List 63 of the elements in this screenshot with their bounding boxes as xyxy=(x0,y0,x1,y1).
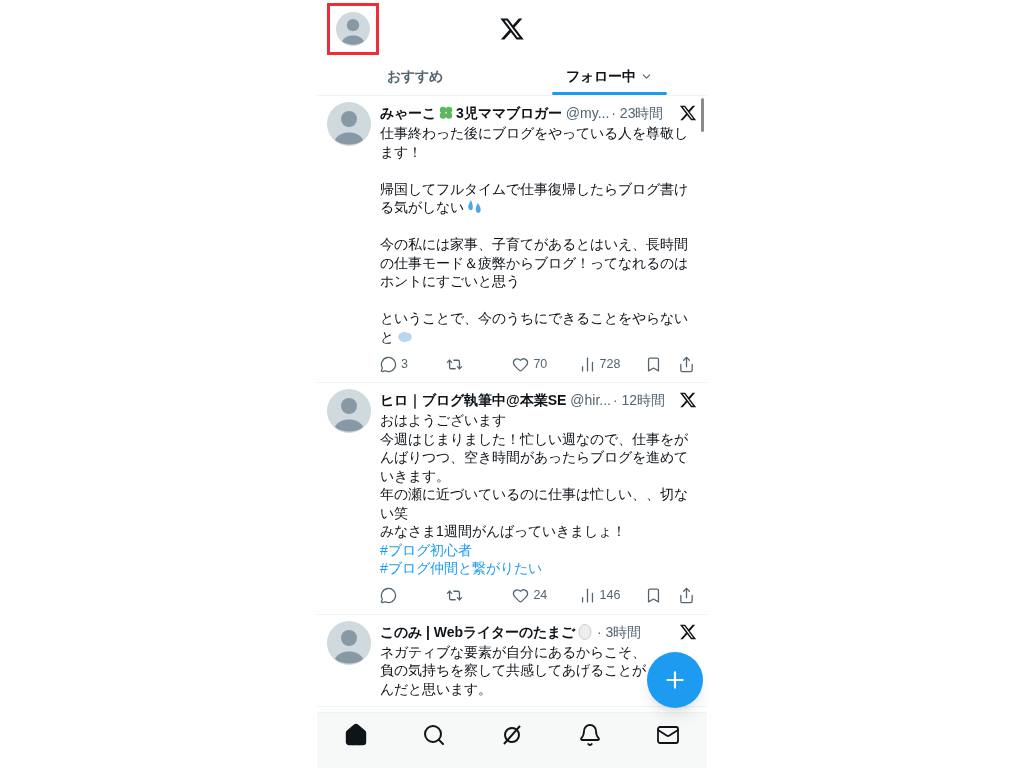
post-time: · 12時間 xyxy=(613,391,666,410)
post-text: ます！ xyxy=(380,142,422,161)
display-name[interactable]: みゃーこ xyxy=(380,103,436,123)
post-text: 帰国してフルタイムで仕事復帰したらブログ書け xyxy=(380,179,688,198)
avatar-placeholder[interactable] xyxy=(327,389,371,433)
post-time: · 23時間 xyxy=(611,104,664,123)
heart-icon xyxy=(512,355,530,373)
home-icon[interactable] xyxy=(344,723,368,747)
post-text: ホントにすごいと思う xyxy=(380,272,520,291)
share-button[interactable] xyxy=(677,585,695,606)
x-logo-icon xyxy=(679,104,697,122)
egg-icon xyxy=(578,623,592,640)
post-text: いきます。 xyxy=(380,466,450,485)
droplets-icon xyxy=(466,199,484,216)
feed-tab[interactable]: フォロー中 xyxy=(512,58,707,95)
display-name[interactable]: このみ | Webライターのたまご xyxy=(380,621,575,642)
x-logo-icon xyxy=(679,622,697,641)
tweet-card[interactable]: ヒロ｜ブログ執筆中@本業SE @hir...· 12時間 おはようございます 今週はじまりました！忙しい週なので、仕事をが んばりつつ、空き時間があったらブログを進めて いきます。 年の瀬に近づいているのに仕事は忙しい、、切な い笑 みなさま1週間がんばっていきましょ！ #ブログ初心者 #ブログ仲間と繋がりたい 24 146 xyxy=(317,383,707,615)
clover-icon xyxy=(438,105,454,121)
feed-tab[interactable]: おすすめ xyxy=(317,58,512,95)
reply-icon xyxy=(380,355,397,373)
post-text: んだと思います。 xyxy=(380,679,492,698)
user-handle: @my... xyxy=(565,104,610,123)
post-text: る気がしない xyxy=(380,198,464,217)
display-name[interactable]: ヒロ｜ブログ執筆中@本業SE xyxy=(380,390,567,410)
post-text: と xyxy=(380,327,394,346)
share-icon xyxy=(677,587,695,604)
share-icon xyxy=(677,355,695,373)
post-text: 年の瀬に近づいているのに仕事は忙しい、、切な xyxy=(380,485,688,504)
mail-icon[interactable] xyxy=(656,723,680,747)
post-time: · 3時間 xyxy=(597,622,642,642)
post-text: 負の気持ちを察して共感してあげることが xyxy=(380,661,646,680)
slashed-circle-icon[interactable] xyxy=(500,723,524,747)
post-text: 今週はじまりました！忙しい週なので、仕事をが xyxy=(380,429,688,448)
reply-icon xyxy=(380,587,397,604)
post-text: ネガティブな要素が自分にあるからこそ、 xyxy=(380,642,646,661)
display-name-suffix[interactable]: 3児ママブロガー xyxy=(456,103,562,123)
like-button[interactable]: 24 xyxy=(512,585,563,606)
tweet-card[interactable]: みゃーこ 3児ママブロガー @my...· 23時間 仕事終わった後にブログをやっている人を尊敬し ます！ 帰国してフルタイムで仕事復帰したらブログ書け る気がしない 今の私には家事、子育てがあるとはいえ、長時間 の仕事モード＆疲弊からブログ！ってなれるのは ホントにすごいと思う ということで、今のうちにできることをやらない と 3 70 728 xyxy=(317,96,707,383)
post-text: おはようございます xyxy=(380,411,506,430)
post-text: みなさま1週間がんばっていきましょ！ xyxy=(380,522,626,541)
avatar-placeholder[interactable] xyxy=(327,102,371,146)
compose-button[interactable] xyxy=(647,652,703,708)
profile-avatar[interactable] xyxy=(336,12,370,46)
post-text: い笑 xyxy=(380,503,408,522)
post-text: 今の私には家事、子育てがあるとはいえ、長時間 xyxy=(380,235,688,254)
avatar-placeholder[interactable] xyxy=(327,620,371,665)
bell-icon[interactable] xyxy=(578,723,602,747)
share-button[interactable] xyxy=(677,354,695,374)
views-button[interactable]: 146 xyxy=(578,585,629,606)
reply-button[interactable]: 3 xyxy=(380,354,430,374)
user-handle: @hir... xyxy=(570,391,611,410)
search-icon[interactable] xyxy=(422,723,446,747)
scrollbar-thumb[interactable] xyxy=(701,98,704,132)
post-text: 仕事終わった後にブログをやっている人を尊敬し xyxy=(380,124,688,143)
post-text: の仕事モード＆疲弊からブログ！ってなれるのは xyxy=(380,253,688,272)
post-text: ということで、今のうちにできることをやらない xyxy=(380,309,688,328)
heart-icon xyxy=(512,587,530,604)
x-logo-icon xyxy=(499,16,525,42)
like-button[interactable]: 70 xyxy=(512,354,563,374)
post-text: んばりつつ、空き時間があったらブログを進めて xyxy=(380,448,688,467)
views-button[interactable]: 728 xyxy=(578,354,629,374)
x-logo-icon xyxy=(679,391,697,409)
